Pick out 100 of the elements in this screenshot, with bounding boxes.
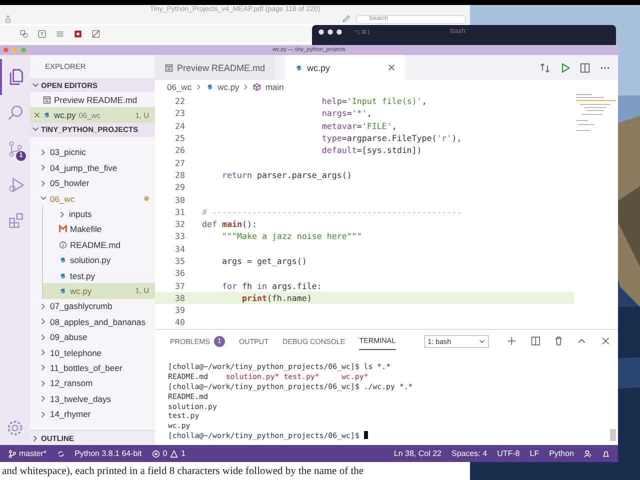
tree-item[interactable]: 13_twelve_days [30,391,155,406]
terminal-cursor [364,431,368,440]
python-file-icon [59,286,67,295]
code-line: # -------------------------------------------------- [202,206,462,217]
close-icon[interactable] [388,64,396,71]
line-number: 23 [174,108,186,118]
line-number: 34 [174,244,186,254]
line-number: 33 [174,231,186,242]
makefile-icon [59,225,67,234]
split-terminal-icon[interactable] [530,336,540,346]
search-icon [7,104,25,122]
branch-icon [7,140,25,158]
tree-item[interactable]: 14_rhymer [30,406,155,422]
python-file-icon [59,256,67,264]
info-icon [59,240,67,249]
code-line: default=[sys.stdin]) [320,145,422,156]
tree-item[interactable]: 12_ransom [30,376,155,392]
bell-icon[interactable] [602,450,610,458]
python-file-icon [295,64,304,72]
cube-icon [253,83,262,91]
line-number: 24 [174,120,186,131]
tree-item[interactable]: 05_howler [30,176,155,191]
tree-item[interactable]: Makefile [42,222,155,238]
tree-item[interactable]: 04_jump_the_five [30,160,155,176]
code-line: metavar='FILE', [320,120,397,131]
python-file-icon [43,111,51,120]
line-number: 30 [174,194,186,205]
tree-item[interactable]: solution.py [42,252,155,268]
preview-icon [43,96,51,104]
tree-item[interactable]: README.md [42,237,155,253]
code-line: print(fh.name) [240,292,312,303]
code-line: help='Input file(s)', [320,96,427,106]
share-icon[interactable] [4,15,12,23]
debug-icon [7,176,25,194]
line-number: 35 [174,256,186,266]
feedback-icon[interactable] [584,450,592,458]
line-number: 39 [174,305,186,316]
lines-icon[interactable] [56,30,64,38]
close-icon[interactable] [600,336,610,346]
status-item[interactable]: Python [549,449,574,458]
line-number: 22 [174,96,186,106]
split-editor-icon[interactable] [580,62,590,72]
tree-item[interactable]: 03_picnic [30,144,155,160]
code-line: nargs='*', [320,108,372,118]
code-line: for fh in args.file: [220,280,322,291]
tree-item[interactable]: 09_abuse [30,329,155,345]
tree-item[interactable]: 11_bottles_of_beer [30,360,155,376]
shapes-icon[interactable] [20,30,28,38]
code-line: def main(): [202,219,257,230]
tree-item[interactable]: 08_apples_and_bananas [30,314,155,330]
breadcrumb[interactable]: wc.py [218,82,240,92]
tree-item[interactable]: 06_wc [30,190,155,206]
line-number: 32 [174,219,186,230]
editor-tab[interactable]: wc.py [285,55,406,80]
warning-icon [170,450,178,458]
problems-status[interactable]: 0 1 [152,449,186,458]
open-editor-item[interactable]: Preview README.md [30,92,155,108]
line-number: 27 [174,158,186,168]
line-number: 29 [174,182,186,192]
branch-icon [8,450,16,458]
pencil-icon[interactable] [342,15,350,23]
editor-tab[interactable]: Preview README.md [155,55,276,80]
status-item[interactable]: Ln 38, Col 22 [394,449,442,458]
tree-item[interactable]: inputs [42,206,155,222]
status-item[interactable]: UTF-8 [497,449,520,458]
trash-icon[interactable] [554,336,564,346]
breadcrumb[interactable]: main [265,82,284,92]
border-color-icon[interactable] [74,30,82,38]
code-line: type=argparse.FileType('r'), [320,133,462,144]
status-item[interactable]: LF [530,449,540,458]
document-text: and whitespace), each printed in a field 8 characters wide followed by the name of the [1,466,364,479]
status-item[interactable]: Spaces: 4 [452,449,488,458]
line-number: 37 [174,280,186,291]
close-icon[interactable] [34,112,40,118]
interpreter-status[interactable]: Python 3.8.1 64-bit [74,449,142,458]
files-icon [7,68,25,86]
line-number: 36 [174,268,186,278]
line-number: 28 [174,170,186,180]
caret-icon [479,338,486,344]
line-number: 40 [174,317,186,328]
tree-item[interactable]: 10_telephone [30,344,155,360]
code-line: return parser.parse_args() [220,170,352,180]
code-line: args = get_args() [220,256,307,266]
compare-icon[interactable] [540,62,550,72]
window-controls-icon[interactable] [318,28,344,34]
preview-icon [165,64,173,72]
python-file-icon [206,83,214,91]
branch-status[interactable]: master* [8,449,47,458]
fill-color-icon[interactable] [92,30,100,38]
extensions-icon [7,212,25,230]
text-box-icon[interactable] [38,30,46,38]
python-file-icon [59,272,67,280]
plus-icon[interactable] [507,336,517,346]
chevron-icon [243,84,250,90]
sync-icon[interactable] [56,450,65,458]
tree-item[interactable]: 07_gashlycrumb [30,298,155,314]
run-icon[interactable] [560,62,570,72]
chevron-icon [196,84,202,90]
line-number: 38 [174,292,186,303]
breadcrumb[interactable]: 06_wc [167,82,192,92]
